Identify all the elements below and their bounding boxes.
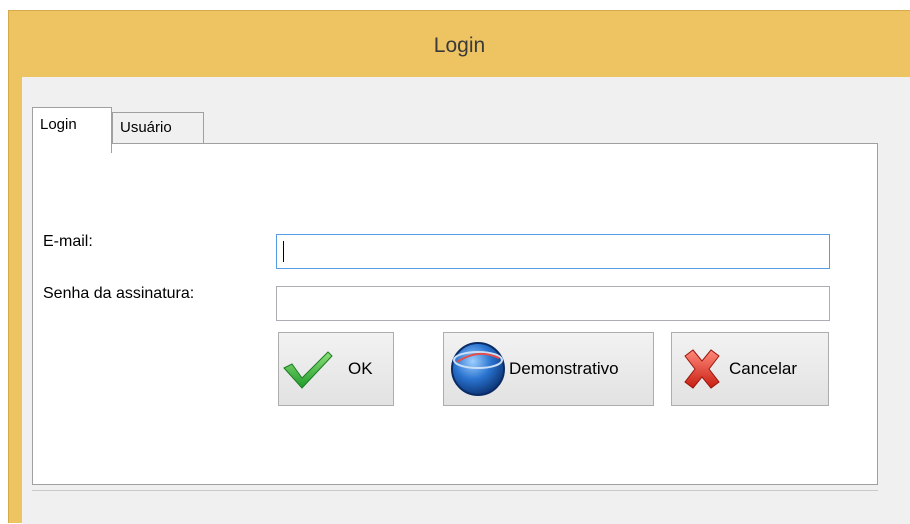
text-cursor xyxy=(283,241,284,262)
demonstrativo-button[interactable]: Demonstrativo xyxy=(443,332,654,406)
tab-usuario[interactable]: Usuário xyxy=(112,112,204,144)
login-window: Login Login Usuário E-mail: Senha da ass… xyxy=(8,10,910,524)
senha-label: Senha da assinatura: xyxy=(43,285,195,302)
title-bar[interactable]: Login xyxy=(9,11,910,77)
ok-button[interactable]: OK xyxy=(278,332,394,406)
ok-button-label: OK xyxy=(348,359,373,378)
tab-usuario-label: Usuário xyxy=(120,119,172,136)
tab-login[interactable]: Login xyxy=(32,107,112,153)
tab-login-label: Login xyxy=(40,116,77,133)
cancelar-button-label: Cancelar xyxy=(729,359,798,378)
window-client-area: Login Usuário E-mail: Senha da assinatur… xyxy=(22,77,910,524)
red-x-icon xyxy=(679,346,725,392)
cancelar-button[interactable]: Cancelar xyxy=(671,332,829,406)
green-checkmark-icon xyxy=(282,348,334,390)
status-bar xyxy=(32,490,878,513)
senha-field[interactable] xyxy=(276,286,830,321)
window-title: Login xyxy=(433,34,486,57)
email-field[interactable] xyxy=(276,234,830,269)
blue-globe-logo-icon xyxy=(447,338,509,400)
demonstrativo-button-label: Demonstrativo xyxy=(509,359,619,378)
login-tab-panel: E-mail: Senha da assinatura: OK Demonstr… xyxy=(32,143,878,485)
email-label: E-mail: xyxy=(43,233,93,250)
